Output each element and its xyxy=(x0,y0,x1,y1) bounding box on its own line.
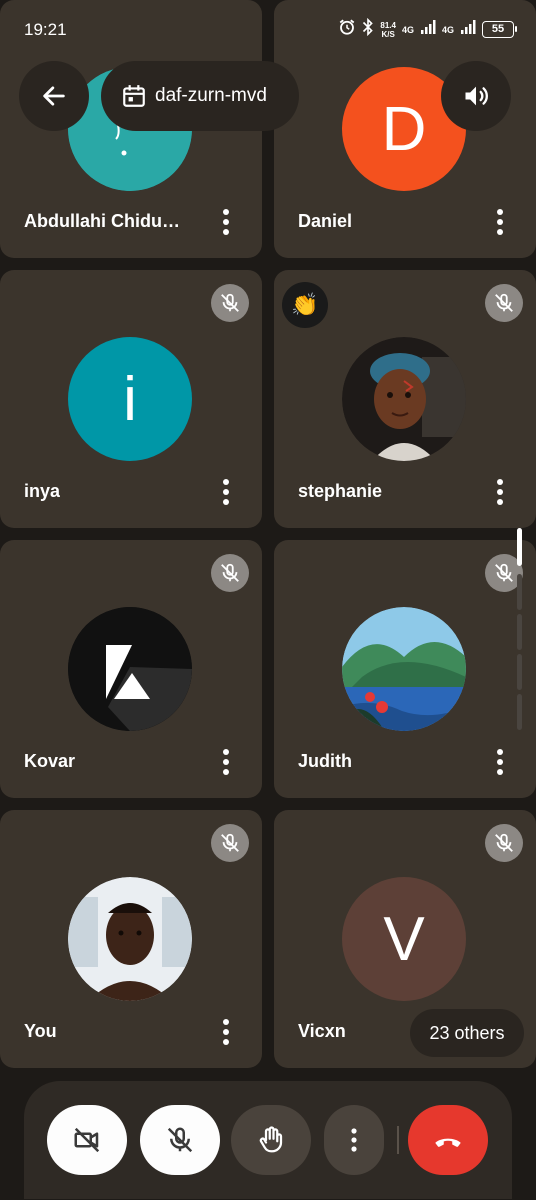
scroll-indicator[interactable] xyxy=(517,528,523,738)
audio-output-button[interactable] xyxy=(441,61,511,131)
participant-more-button[interactable] xyxy=(484,206,516,238)
more-vertical-icon xyxy=(223,479,229,505)
muted-badge xyxy=(211,554,249,592)
raise-hand-icon xyxy=(259,1126,283,1153)
back-button[interactable] xyxy=(19,61,89,131)
avatar xyxy=(68,877,192,1001)
raise-hand-button[interactable] xyxy=(231,1105,311,1175)
more-vertical-icon xyxy=(223,749,229,775)
more-vertical-icon xyxy=(497,479,503,505)
participant-more-button[interactable] xyxy=(210,206,242,238)
speaker-icon xyxy=(465,86,488,106)
network-type-2: 4G xyxy=(441,24,454,35)
network-speed: 81.4 K/S xyxy=(380,20,396,39)
participant-more-button[interactable] xyxy=(484,476,516,508)
participant-more-button[interactable] xyxy=(484,746,516,778)
reaction-badge: 👏 xyxy=(282,282,328,328)
battery-indicator: 55 xyxy=(482,21,517,38)
participant-name: Daniel xyxy=(298,211,353,231)
clapping-hands-icon: 👏 xyxy=(291,292,319,317)
participant-name: You xyxy=(24,1021,57,1041)
scroll-segment xyxy=(517,574,522,610)
more-vertical-icon xyxy=(223,1019,229,1045)
scroll-segment xyxy=(517,654,522,690)
kovar-logo xyxy=(68,607,192,731)
participant-more-button[interactable] xyxy=(210,1016,242,1048)
meeting-code: daf-zurn-mvd xyxy=(155,85,267,106)
more-vertical-icon xyxy=(497,209,503,235)
others-count-chip[interactable]: 23 others xyxy=(410,1009,524,1057)
mic-off-icon xyxy=(221,833,239,852)
avatar-letter: D xyxy=(381,94,427,164)
more-options-button[interactable] xyxy=(324,1105,384,1175)
participant-more-button[interactable] xyxy=(210,746,242,778)
participant-tile-kovar[interactable]: Kovar xyxy=(0,540,262,798)
mic-off-icon xyxy=(495,563,513,582)
avatar-letter: i xyxy=(123,364,137,434)
meeting-info-button[interactable]: daf-zurn-mvd xyxy=(101,61,299,131)
alarm-icon xyxy=(338,18,356,41)
mic-off-icon xyxy=(167,1127,193,1153)
muted-badge xyxy=(485,824,523,862)
more-vertical-icon xyxy=(223,209,229,235)
participant-name: stephanie xyxy=(298,481,383,501)
camera-off-icon xyxy=(74,1127,100,1153)
end-call-button[interactable] xyxy=(408,1105,488,1175)
avatar: V xyxy=(342,877,466,1001)
more-vertical-icon xyxy=(351,1128,357,1152)
scroll-segment xyxy=(517,614,522,650)
muted-badge xyxy=(211,824,249,862)
avatar xyxy=(342,337,466,461)
avatar: i xyxy=(68,337,192,461)
scroll-segment xyxy=(517,694,522,730)
more-vertical-icon xyxy=(497,749,503,775)
call-controls-bar xyxy=(24,1081,512,1199)
muted-badge xyxy=(211,284,249,322)
participant-name: Judith xyxy=(298,751,352,771)
participant-name: Kovar xyxy=(24,751,76,771)
status-icons: 81.4 K/S 4G 4G 55 xyxy=(338,17,517,41)
avatar xyxy=(68,607,192,731)
participant-tile-inya[interactable]: i inya xyxy=(0,270,262,528)
camera-toggle-button[interactable] xyxy=(47,1105,127,1175)
participant-more-button[interactable] xyxy=(210,476,242,508)
mic-toggle-button[interactable] xyxy=(140,1105,220,1175)
participant-tile-stephanie[interactable]: 👏 stephanie xyxy=(274,270,536,528)
mic-off-icon xyxy=(495,293,513,312)
mic-off-icon xyxy=(221,563,239,582)
arrow-back-icon xyxy=(43,86,65,106)
participant-name: inya xyxy=(24,481,61,501)
participant-tile-you[interactable]: You xyxy=(0,810,262,1068)
scroll-thumb[interactable] xyxy=(517,528,522,566)
participant-name: Vicxn xyxy=(298,1021,346,1041)
status-bar: 19:21 81.4 K/S 4G 4G 55 xyxy=(0,0,536,60)
signal-icon xyxy=(420,19,436,40)
network-type-1: 4G xyxy=(401,24,414,35)
participant-name: Abdullahi Chidum... xyxy=(24,211,190,231)
participant-tile-judith[interactable]: Judith xyxy=(274,540,536,798)
end-call-icon xyxy=(435,1138,461,1147)
divider xyxy=(397,1126,399,1154)
mic-off-icon xyxy=(495,833,513,852)
avatar xyxy=(342,607,466,731)
bluetooth-icon xyxy=(362,17,374,41)
avatar-letter: V xyxy=(383,904,425,974)
signal-icon xyxy=(460,19,476,40)
calendar-icon xyxy=(123,85,145,107)
status-time: 19:21 xyxy=(24,20,67,39)
mic-off-icon xyxy=(221,293,239,312)
muted-badge xyxy=(485,284,523,322)
meet-call-screen: 19:21 81.4 K/S 4G 4G 55 Abdullahi Chidum… xyxy=(0,0,536,1200)
